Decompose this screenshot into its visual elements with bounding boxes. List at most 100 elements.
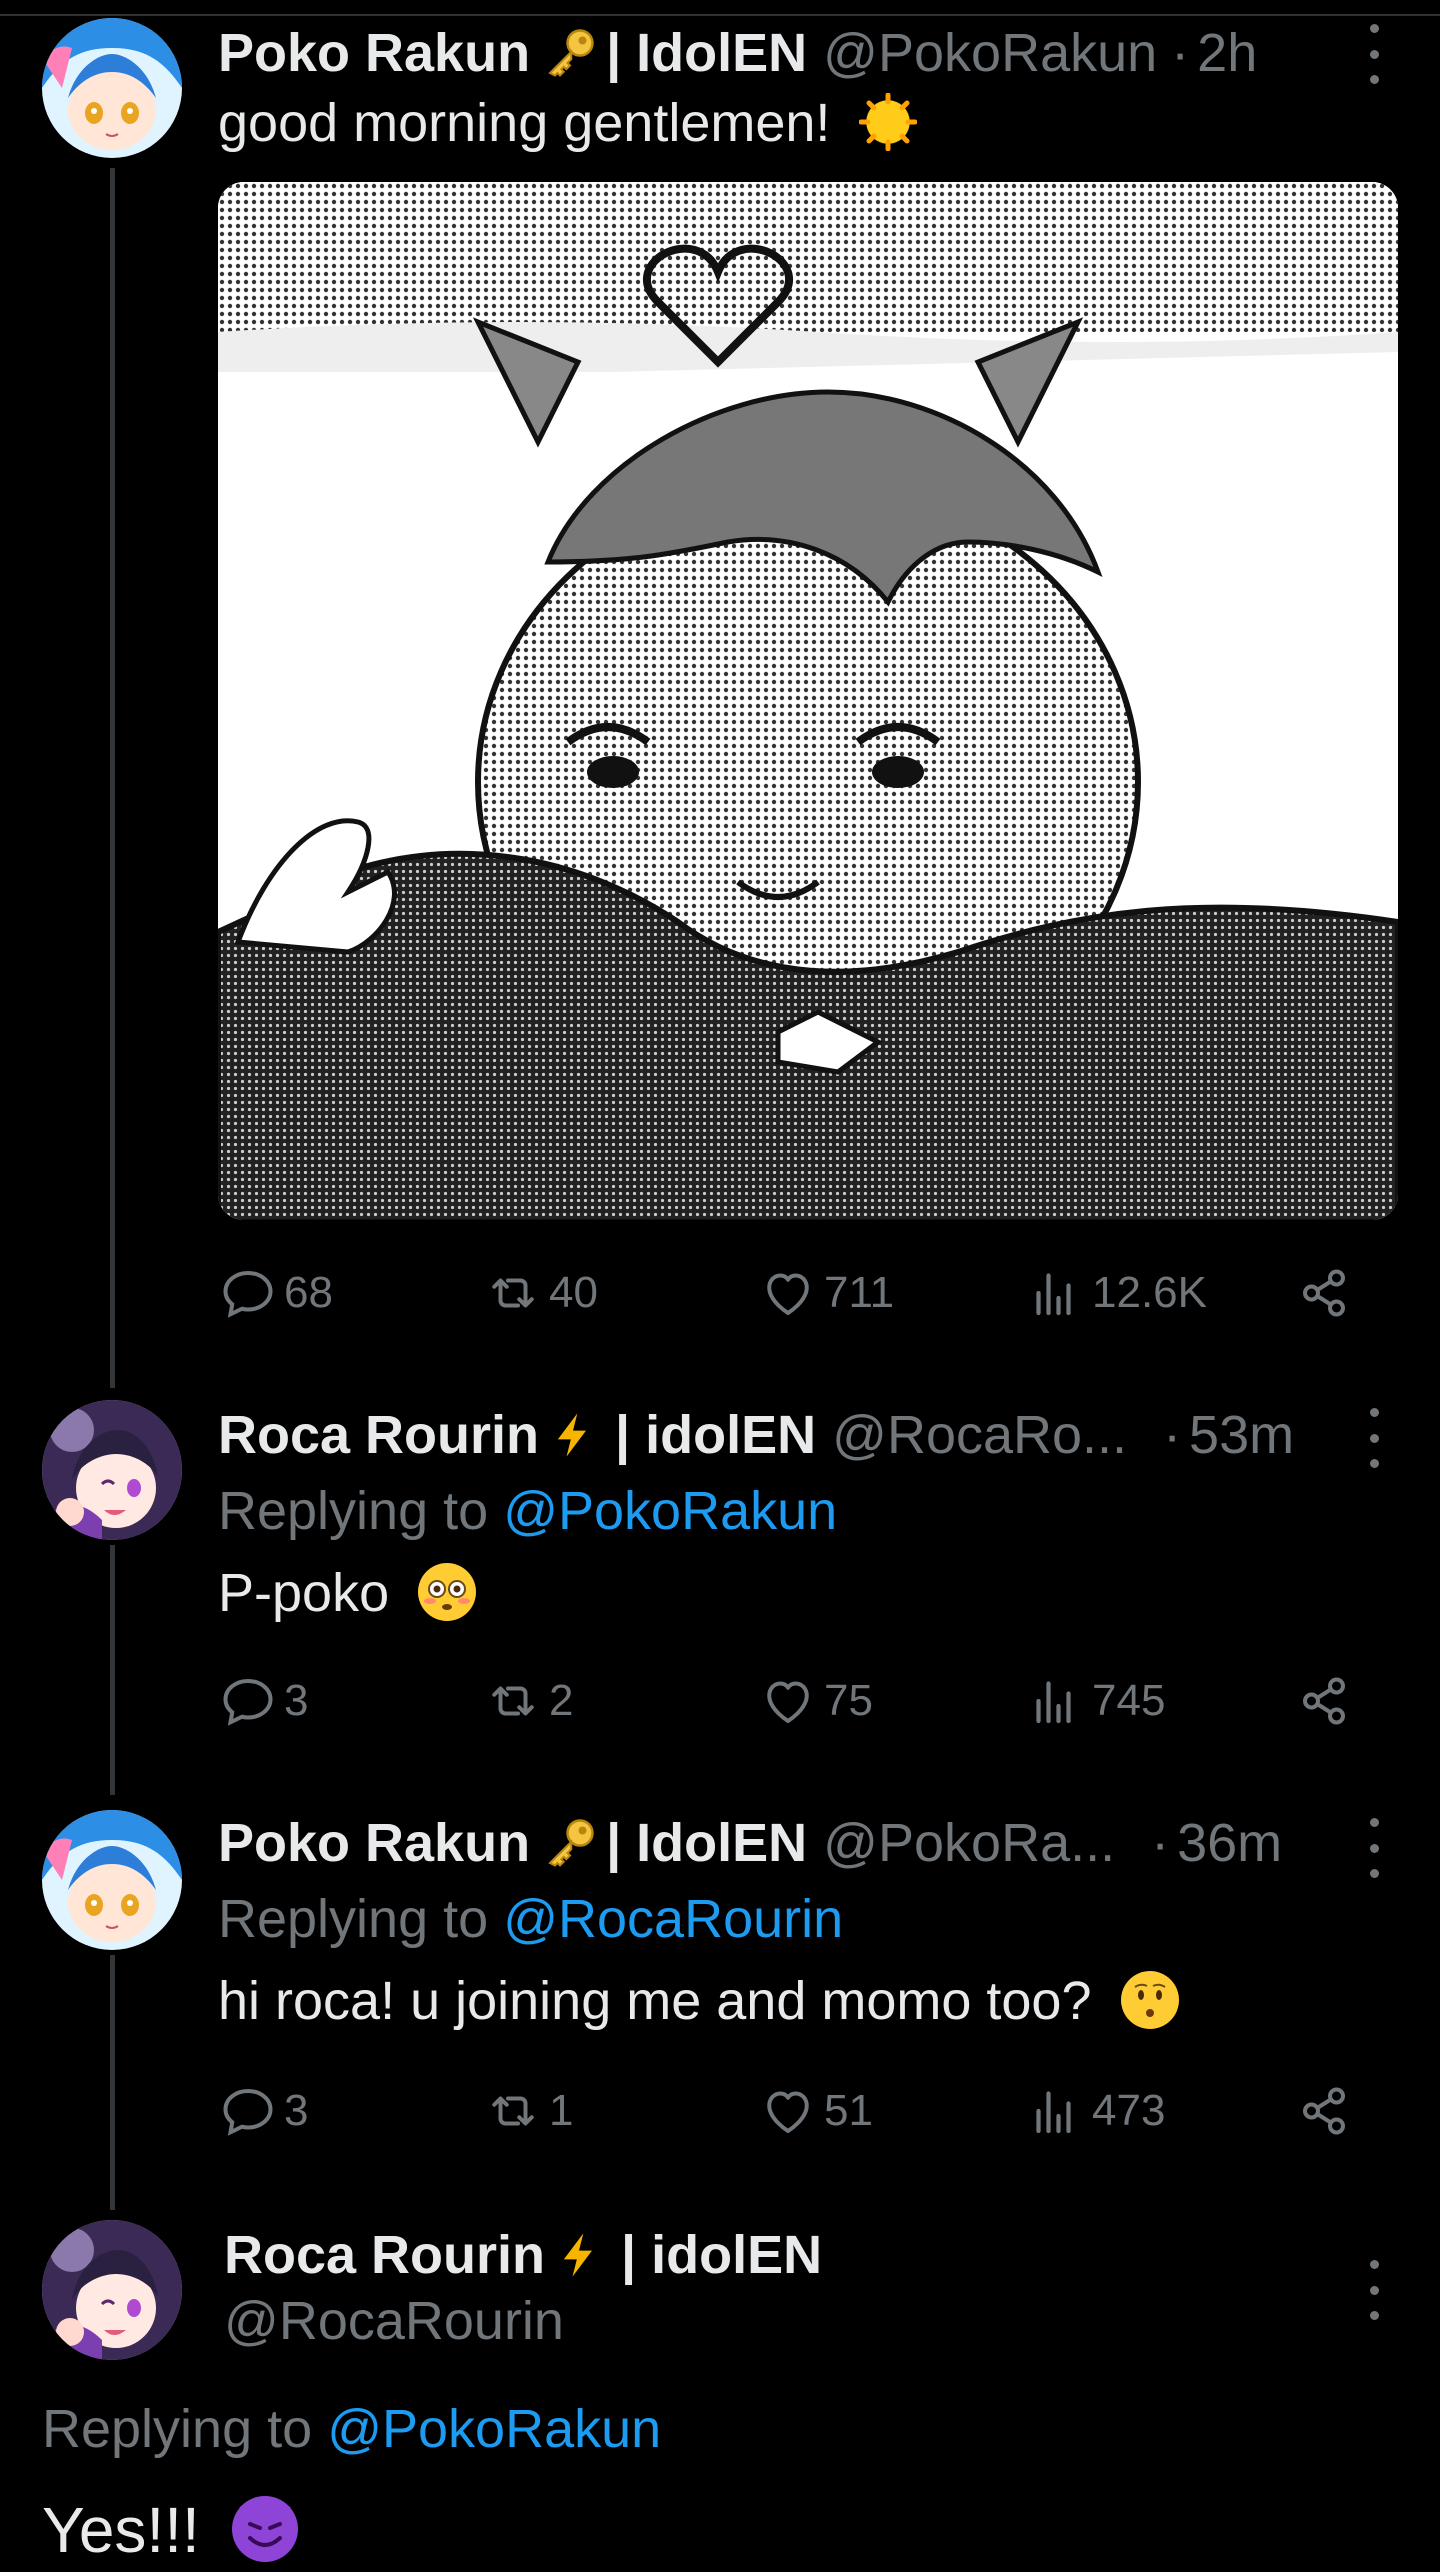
tweet-text-container: Yes!!! [42,2490,298,2570]
more-options-icon[interactable] [1364,1818,1384,1878]
avatar-image [42,18,182,158]
reply-button[interactable]: 68 [218,1263,333,1323]
retweet-count: 2 [549,1676,574,1725]
replying-to-label: Replying to [42,2399,313,2459]
retweet-count: 1 [549,2086,574,2135]
user-handle[interactable]: @RocaRo... [832,1400,1127,1470]
kissing-face-emoji [1120,1971,1179,2029]
views-button[interactable]: 745 [1026,1671,1165,1731]
heart-icon [758,1671,818,1731]
share-button[interactable] [1294,1671,1354,1731]
replying-to: Replying to @PokoRakun [42,2394,661,2464]
views-button[interactable]: 12.6K [1026,1263,1207,1323]
share-icon [1294,2081,1354,2141]
avatar[interactable] [42,1400,182,1540]
tweet-text-container: good morning gentlemen! [218,88,918,158]
tweet-actions: 68 40 711 12.6K [218,1258,1358,1328]
reply-icon [218,2081,278,2141]
tweet-header: Poko Rakun | IdolEN @PokoRakun · 2h [218,18,1390,88]
display-name-suffix: | IdolEN [606,23,808,83]
avatar[interactable] [42,2220,182,2360]
reply-icon [218,1671,278,1731]
display-name[interactable]: Roca Rourin [224,2220,545,2290]
views-count: 12.6K [1092,1268,1207,1317]
sun-emoji [859,93,918,151]
tweet-text: good morning gentlemen! [218,93,831,153]
user-handle[interactable]: @PokoRakun [823,18,1157,88]
reply-count: 68 [284,1268,333,1317]
bar-chart-icon [1026,1263,1086,1323]
retweet-button[interactable]: 2 [483,1671,573,1731]
tweet-header: Roca Rourin | idolEN [224,2220,1390,2290]
like-count: 711 [824,1268,895,1317]
bar-chart-icon [1026,2081,1086,2141]
like-count: 51 [824,2086,873,2135]
timestamp[interactable]: 36m [1177,1808,1282,1878]
share-button[interactable] [1294,1263,1354,1323]
mention-link[interactable]: @RocaRourin [503,1889,843,1949]
reply-button[interactable]: 3 [218,1671,308,1731]
tweet-image[interactable] [218,182,1398,1220]
tweet-text-container: P-poko [218,1558,477,1628]
more-options-icon[interactable] [1364,24,1384,84]
retweet-button[interactable]: 1 [483,2081,573,2141]
like-count: 75 [824,1676,873,1725]
mention-link[interactable]: @PokoRakun [503,1481,837,1541]
flushed-face-emoji [418,1563,477,1621]
tweet-3[interactable]: Poko Rakun | IdolEN @PokoRa... · 36m Rep… [0,1790,1440,2210]
share-icon [1294,1263,1354,1323]
views-button[interactable]: 473 [1026,2081,1165,2141]
views-count: 473 [1092,2086,1166,2135]
more-options-icon[interactable] [1364,2260,1384,2320]
like-button[interactable]: 711 [758,1263,894,1323]
retweet-icon [483,1263,543,1323]
key-icon [540,23,600,83]
share-button[interactable] [1294,2081,1354,2141]
retweet-button[interactable]: 40 [483,1263,598,1323]
avatar-image [42,1810,182,1950]
mention-link[interactable]: @PokoRakun [327,2399,661,2459]
like-button[interactable]: 51 [758,2081,873,2141]
tweet-header: Roca Rourin | idolEN @RocaRo... · 53m [218,1400,1390,1470]
avatar[interactable] [42,1810,182,1950]
thread-line [110,1545,115,1795]
user-handle-row: @RocaRourin [224,2286,564,2356]
tweet-actions: 3 1 51 473 [218,2076,1358,2146]
retweet-icon [483,1671,543,1731]
user-handle[interactable]: @RocaRourin [224,2291,564,2351]
share-icon [1294,1671,1354,1731]
display-name[interactable]: Poko Rakun [218,1808,530,1878]
display-name-suffix: | IdolEN [606,1813,808,1873]
tweet-2[interactable]: Roca Rourin | idolEN @RocaRo... · 53m Re… [0,1380,1440,1795]
tweet-4-focused[interactable]: Roca Rourin | idolEN @RocaRourin Replyin… [0,2200,1440,2572]
retweet-icon [483,2081,543,2141]
tweet-text: Yes!!! [42,2494,200,2566]
tweet-text: P-poko [218,1563,390,1623]
replying-to-label: Replying to [218,1481,489,1541]
views-count: 745 [1092,1676,1166,1725]
display-name-suffix: | idolEN [621,2225,823,2285]
separator: · [1151,1813,1170,1873]
tweet-text-container: hi roca! u joining me and momo too? [218,1966,1179,2036]
tweet-1[interactable]: Poko Rakun | IdolEN @PokoRakun · 2h good… [0,0,1440,1388]
user-handle[interactable]: @PokoRa... [823,1808,1115,1878]
avatar[interactable] [42,18,182,158]
more-options-icon[interactable] [1364,1408,1384,1468]
avatar-image [42,1400,182,1540]
reply-count: 3 [284,1676,309,1725]
reply-icon [218,1263,278,1323]
timestamp[interactable]: 2h [1197,18,1257,88]
thread-line [110,168,115,1388]
retweet-count: 40 [549,1268,598,1317]
manga-illustration [218,182,1398,1220]
bar-chart-icon [1026,1671,1086,1731]
timestamp[interactable]: 53m [1189,1400,1294,1470]
reply-count: 3 [284,2086,309,2135]
lightning-icon [547,1409,599,1461]
display-name[interactable]: Roca Rourin [218,1400,539,1470]
display-name[interactable]: Poko Rakun [218,18,530,88]
tweet-text: hi roca! u joining me and momo too? [218,1971,1092,2031]
reply-button[interactable]: 3 [218,2081,308,2141]
like-button[interactable]: 75 [758,1671,873,1731]
replying-to: Replying to @RocaRourin [218,1884,843,1954]
